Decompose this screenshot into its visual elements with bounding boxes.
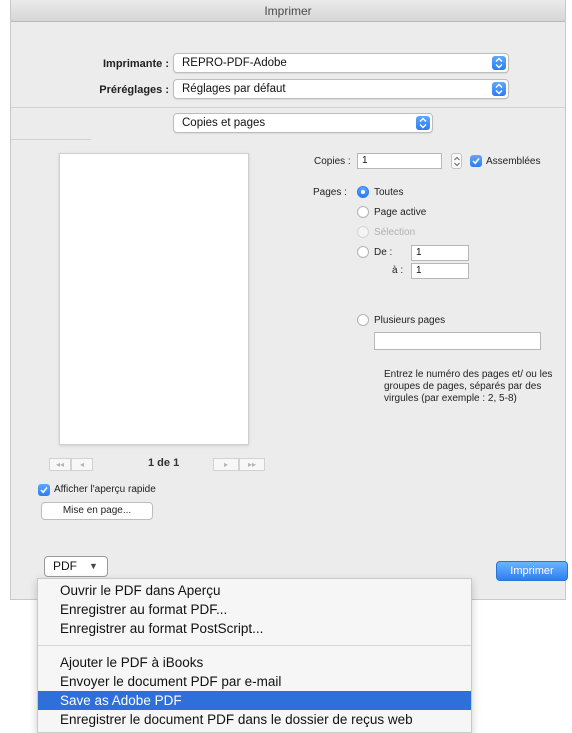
menu-item-save-as-adobe-pdf[interactable]: Save as Adobe PDF (38, 691, 471, 710)
presets-popup[interactable]: Réglages par défaut (173, 79, 509, 99)
popup-arrows-icon (416, 116, 430, 130)
menu-item-save-to-web-receipts[interactable]: Enregistrer le document PDF dans le doss… (38, 710, 471, 729)
pages-multiple-label: Plusieurs pages (374, 315, 446, 326)
pages-to-label: à : (392, 265, 404, 276)
window-title: Imprimer (11, 0, 565, 22)
section-popup[interactable]: Copies et pages (173, 113, 433, 133)
page-preview (59, 153, 249, 445)
collate-label: Assemblées (486, 156, 541, 167)
chevron-down-icon: ▼ (89, 561, 98, 571)
copies-field[interactable]: 1 (357, 153, 442, 169)
collate-checkbox[interactable] (470, 155, 482, 167)
last-page-button[interactable]: ▸▸ (239, 458, 265, 471)
pdf-menu: Ouvrir le PDF dans Aperçu Enregistrer au… (37, 578, 472, 733)
pages-all-radio[interactable] (357, 186, 369, 198)
quick-preview-label: Afficher l'aperçu rapide (54, 484, 156, 495)
checkmark-icon (40, 487, 48, 494)
menu-item-save-as-pdf[interactable]: Enregistrer au format PDF... (38, 600, 471, 619)
pages-all-label: Toutes (374, 187, 404, 198)
checkmark-icon (472, 158, 480, 165)
presets-value: Réglages par défaut (182, 83, 286, 95)
pages-multiple-field[interactable] (374, 332, 541, 350)
pages-hint: Entrez le numéro des pages et/ ou les gr… (384, 369, 553, 404)
page-indicator: 1 de 1 (148, 457, 180, 469)
separator (11, 107, 565, 108)
prev-page-button[interactable]: ◂ (71, 458, 93, 471)
pages-multiple-radio[interactable] (357, 314, 369, 326)
quick-preview-checkbox[interactable] (38, 484, 50, 496)
menu-item-add-to-ibooks[interactable]: Ajouter le PDF à iBooks (38, 653, 471, 672)
next-page-button[interactable]: ▸ (213, 458, 239, 471)
pages-from-field[interactable]: 1 (411, 245, 469, 261)
printer-label: Imprimante : (102, 58, 169, 70)
print-button[interactable]: Imprimer (496, 561, 568, 581)
section-value: Copies et pages (182, 117, 266, 129)
pages-current-radio[interactable] (357, 206, 369, 218)
separator (11, 139, 91, 140)
popup-arrows-icon (492, 82, 506, 96)
first-page-button[interactable]: ◂◂ (49, 458, 71, 471)
pages-current-label: Page active (374, 207, 427, 218)
page-setup-button[interactable]: Mise en page... (41, 502, 153, 520)
stepper-arrows-icon (454, 156, 460, 167)
copies-label: Copies : (314, 156, 351, 167)
menu-item-email-pdf[interactable]: Envoyer le document PDF par e-mail (38, 672, 471, 691)
presets-label: Préréglages : (99, 84, 169, 96)
pages-range-radio[interactable] (357, 246, 369, 258)
print-dialog: Imprimer Imprimante : REPRO-PDF-Adobe Pr… (10, 0, 568, 600)
copies-stepper[interactable] (451, 153, 462, 169)
menu-item-open-in-preview[interactable]: Ouvrir le PDF dans Aperçu (38, 581, 471, 600)
pages-selection-radio (357, 226, 369, 238)
pdf-button-label: PDF (53, 559, 77, 573)
printer-value: REPRO-PDF-Adobe (182, 57, 287, 69)
pages-selection-label: Sélection (374, 227, 416, 238)
menu-separator (38, 645, 471, 646)
printer-popup[interactable]: REPRO-PDF-Adobe (173, 53, 509, 73)
pages-from-label: De : (374, 247, 393, 258)
pages-to-field[interactable]: 1 (411, 263, 469, 279)
pdf-menu-button[interactable]: PDF ▼ (44, 556, 108, 577)
popup-arrows-icon (492, 56, 506, 70)
pages-label: Pages : (313, 187, 347, 198)
menu-item-save-as-postscript[interactable]: Enregistrer au format PostScript... (38, 619, 471, 638)
